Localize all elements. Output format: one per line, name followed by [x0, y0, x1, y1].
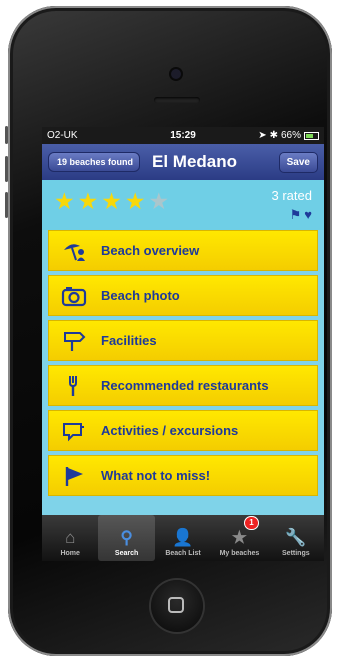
navigation-bar: 19 beaches found El Medano Save	[42, 144, 324, 180]
beach-menu: Beach overview Beach photo Facilities Re…	[42, 230, 324, 496]
carrier-name: O2-UK	[47, 130, 78, 141]
tab-search[interactable]: ⚲ Search	[98, 515, 155, 561]
tab-bar: ⌂ Home ⚲ Search 👤 Beach List ★ 1 My beac…	[42, 515, 324, 561]
status-bar: O2-UK 15:29 ➤ ✱ 66%	[42, 127, 324, 144]
home-icon: ⌂	[65, 528, 76, 547]
tab-beach-list[interactable]: 👤 Beach List	[155, 515, 211, 561]
menu-item-label: Beach photo	[101, 288, 180, 303]
earpiece-speaker	[154, 97, 200, 103]
location-arrow-icon: ➤	[258, 130, 267, 141]
bluetooth-icon: ✱	[269, 130, 278, 141]
menu-item-beach-photo[interactable]: Beach photo	[48, 275, 318, 316]
menu-item-what-not-to-miss[interactable]: What not to miss!	[48, 455, 318, 496]
save-button[interactable]: Save	[278, 151, 318, 173]
home-button-square-icon	[168, 597, 184, 613]
iphone-device: O2-UK 15:29 ➤ ✱ 66% 19 beaches found El …	[5, 6, 332, 656]
speech-bubble-icon	[59, 419, 89, 443]
front-camera	[171, 69, 181, 79]
page-title: El Medano	[152, 152, 238, 171]
star-icon[interactable]: ★	[125, 190, 146, 213]
person-icon: 👤	[172, 528, 194, 547]
heart-icon[interactable]: ♥	[304, 207, 312, 223]
fork-icon	[59, 374, 89, 398]
back-button[interactable]: 19 beaches found	[48, 152, 141, 172]
search-icon: ⚲	[120, 528, 133, 547]
menu-item-label: What not to miss!	[101, 468, 211, 483]
star-icon[interactable]: ★	[78, 190, 99, 213]
flag-icon	[59, 464, 89, 488]
menu-item-label: Activities / excursions	[101, 423, 239, 438]
menu-item-facilities[interactable]: Facilities	[48, 320, 318, 361]
tab-home[interactable]: ⌂ Home	[42, 515, 98, 561]
home-button[interactable]	[151, 580, 203, 632]
silent-switch	[5, 126, 8, 144]
rated-count: 3 rated	[271, 188, 312, 203]
volume-up-button	[5, 156, 8, 182]
phone-screen: O2-UK 15:29 ➤ ✱ 66% 19 beaches found El …	[42, 127, 324, 561]
star-person-icon: ★	[231, 528, 248, 547]
menu-item-label: Facilities	[101, 333, 157, 348]
menu-item-recommended-restaurants[interactable]: Recommended restaurants	[48, 365, 318, 406]
status-time: 15:29	[170, 130, 196, 141]
menu-item-label: Recommended restaurants	[101, 378, 269, 393]
menu-item-beach-overview[interactable]: Beach overview	[48, 230, 318, 271]
tab-my-beaches[interactable]: ★ 1 My beaches	[211, 515, 267, 561]
star-icon[interactable]: ★	[101, 190, 122, 213]
star-empty-icon[interactable]: ★	[149, 190, 170, 213]
flag-icon[interactable]: ⚑	[290, 207, 302, 223]
beach-umbrella-icon	[59, 239, 89, 263]
notification-badge: 1	[244, 516, 259, 530]
wrench-icon: 🔧	[285, 528, 307, 547]
menu-item-activities-excursions[interactable]: Activities / excursions	[48, 410, 318, 451]
rating-bar: ★ ★ ★ ★ ★ 3 rated ⚑ ♥	[42, 180, 324, 230]
tab-settings[interactable]: 🔧 Settings	[268, 515, 324, 561]
signpost-icon	[59, 329, 89, 353]
star-icon[interactable]: ★	[54, 190, 75, 213]
camera-icon	[59, 284, 89, 308]
battery-percent: 66%	[281, 130, 302, 141]
volume-down-button	[5, 192, 8, 218]
battery-icon	[304, 131, 320, 140]
star-rating[interactable]: ★ ★ ★ ★ ★	[54, 190, 169, 213]
menu-item-label: Beach overview	[101, 243, 200, 258]
